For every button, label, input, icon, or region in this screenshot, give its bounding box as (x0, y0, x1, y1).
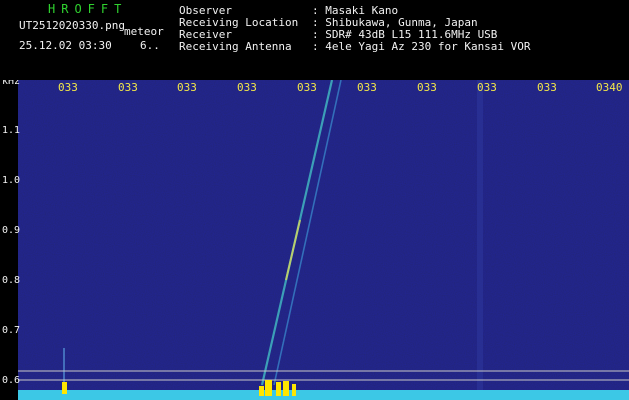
freq-tick: 1.0 (2, 175, 20, 186)
antenna-label: Receiving Antenna (179, 40, 292, 53)
app-title: HROFFT (48, 2, 128, 16)
frequency-axis: 1.1 1.0 0.9 0.8 0.7 0.6 (2, 125, 20, 386)
hrofft-screen: HROFFT UT2512020330.png meteor 25.12.02 … (0, 0, 629, 400)
noise-texture (18, 80, 629, 400)
file-name: UT2512020330.png (19, 19, 125, 32)
spectrogram: kHz 1.1 1.0 0.9 0.8 0.7 0.6 033 033 033 … (2, 80, 629, 400)
burst-mark (292, 384, 296, 396)
time-tick: 033 (537, 81, 557, 94)
time-tick: 033 (177, 81, 197, 94)
time-tick: 033 (297, 81, 317, 94)
file-tag: meteor (124, 25, 164, 38)
freq-tick: 0.9 (2, 225, 20, 236)
burst-mark (259, 386, 264, 396)
burst-mark (283, 381, 289, 396)
burst-mark (276, 382, 281, 396)
time-tick: 033 (58, 81, 78, 94)
burst-mark (62, 382, 67, 394)
signal-baseline (18, 390, 629, 400)
time-tick: 033 (477, 81, 497, 94)
time-tick: 033 (417, 81, 437, 94)
freq-tick: 0.6 (2, 375, 20, 386)
time-tick: 033 (118, 81, 138, 94)
antenna-value: : 4ele Yagi Az 230 for Kansai VOR (312, 40, 531, 53)
burst-mark (265, 380, 272, 396)
echo-count: 6.. (140, 39, 160, 52)
time-tick: 0340 (596, 81, 623, 94)
time-tick: 033 (357, 81, 377, 94)
date-time: 25.12.02 03:30 (19, 39, 112, 52)
freq-unit-label: kHz (2, 80, 20, 87)
freq-tick: 1.1 (2, 125, 20, 136)
freq-tick: 0.8 (2, 275, 20, 286)
time-tick: 033 (237, 81, 257, 94)
freq-tick: 0.7 (2, 325, 20, 336)
